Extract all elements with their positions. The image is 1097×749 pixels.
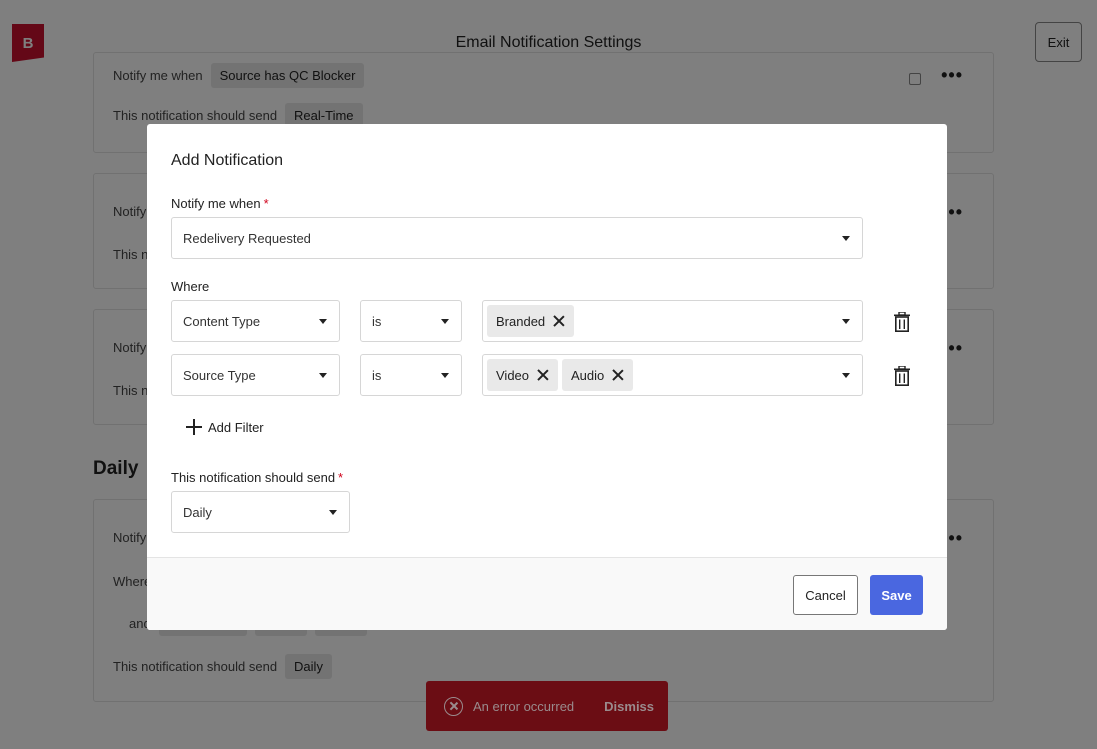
- plus-icon: [186, 419, 202, 435]
- remove-tag-icon[interactable]: [553, 315, 565, 327]
- cancel-button[interactable]: Cancel: [793, 575, 858, 615]
- save-button[interactable]: Save: [870, 575, 923, 615]
- value-tag: Branded: [487, 305, 575, 337]
- trash-icon[interactable]: [894, 366, 910, 386]
- trash-icon[interactable]: [894, 312, 910, 332]
- chevron-down-icon: [441, 319, 449, 324]
- toast-message: An error occurred: [473, 698, 575, 714]
- dismiss-button[interactable]: Dismiss: [604, 699, 654, 714]
- notify-when-label: Notify me when *: [171, 196, 269, 211]
- chevron-down-icon: [441, 373, 449, 378]
- error-toast: An error occurred Dismiss: [426, 681, 668, 731]
- required-mark: *: [338, 470, 344, 485]
- chevron-down-icon: [329, 510, 337, 515]
- send-frequency-select[interactable]: Daily: [171, 491, 350, 533]
- value-tag: Video: [487, 359, 559, 391]
- remove-tag-icon[interactable]: [612, 369, 624, 381]
- add-notification-modal: Add Notification Notify me when * Redeliv…: [147, 124, 947, 630]
- chevron-down-icon: [842, 319, 850, 324]
- required-mark: *: [263, 196, 269, 211]
- chevron-down-icon: [319, 373, 327, 378]
- value-tag: Audio: [562, 359, 634, 391]
- send-frequency-label: This notification should send *: [171, 470, 344, 485]
- modal-title: Add Notification: [171, 152, 284, 169]
- filter-values-multiselect[interactable]: Video Audio: [482, 354, 863, 396]
- chevron-down-icon: [319, 319, 327, 324]
- filter-operator-select[interactable]: is: [360, 354, 462, 396]
- chevron-down-icon: [842, 373, 850, 378]
- filter-values-multiselect[interactable]: Branded: [482, 300, 863, 342]
- notify-when-select[interactable]: Redelivery Requested: [171, 217, 863, 259]
- remove-tag-icon[interactable]: [537, 369, 549, 381]
- add-filter-button[interactable]: Add Filter: [186, 419, 264, 435]
- filter-operator-select[interactable]: is: [360, 300, 462, 342]
- modal-footer: Cancel Save: [147, 557, 947, 630]
- where-label: Where: [171, 279, 210, 294]
- error-icon: [444, 696, 463, 716]
- filter-field-select[interactable]: Content Type: [171, 300, 340, 342]
- chevron-down-icon: [842, 236, 850, 241]
- filter-field-select[interactable]: Source Type: [171, 354, 340, 396]
